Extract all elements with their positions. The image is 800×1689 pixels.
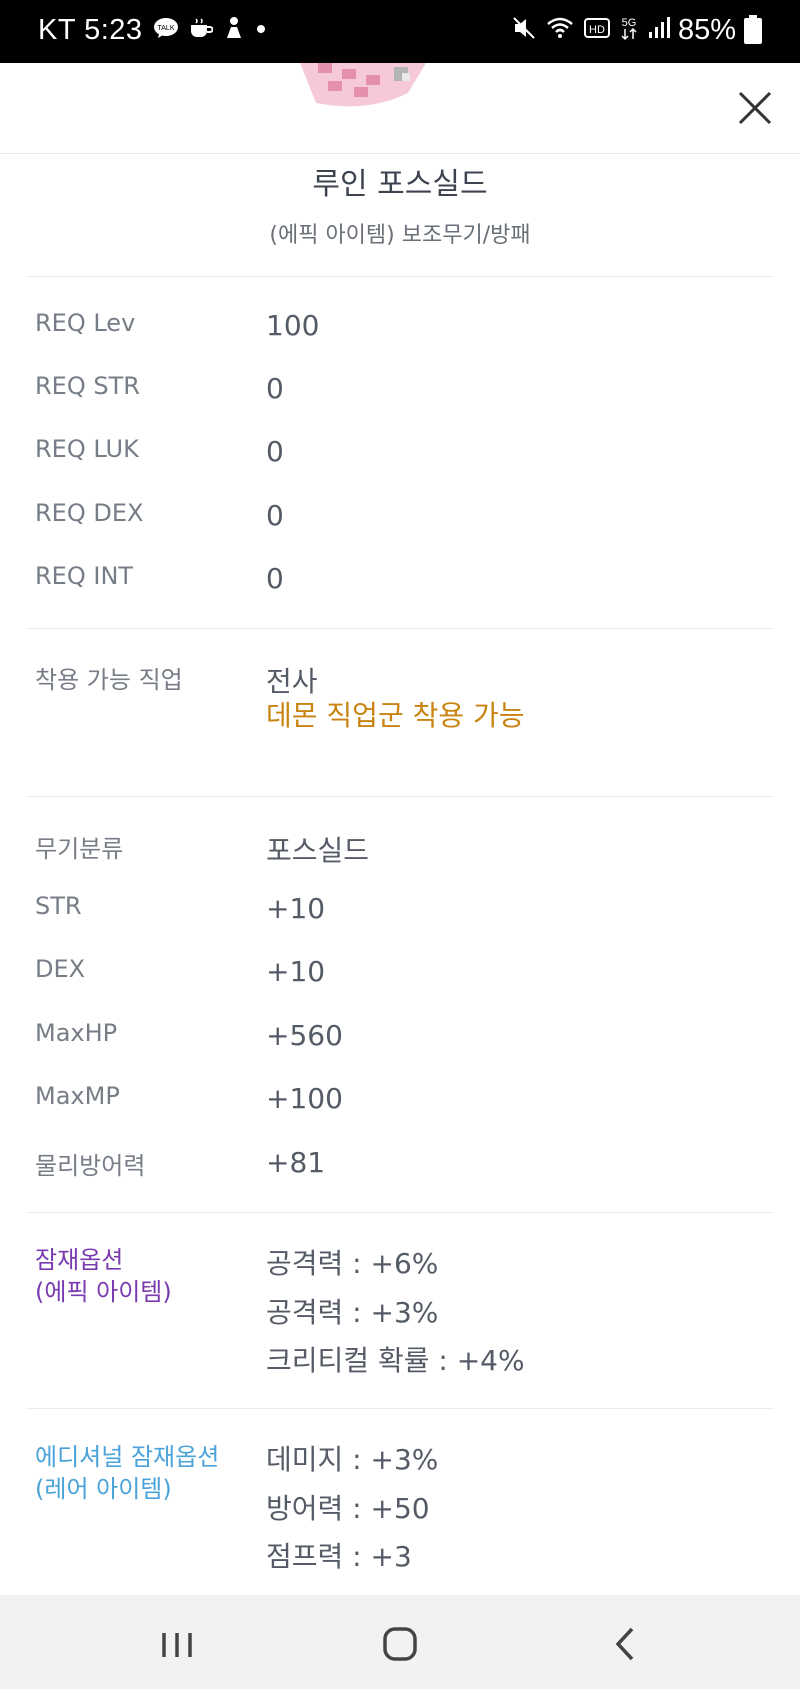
person-icon <box>223 16 245 45</box>
signal-icon <box>648 16 670 45</box>
svg-text:TALK: TALK <box>157 25 174 32</box>
hd-icon: HD <box>583 17 610 44</box>
stat-label: MaxMP <box>35 1082 120 1110</box>
item-title-block: 루인 포스실드 (에픽 아이템) 보조무기/방패 <box>0 155 800 249</box>
stat-value: +100 <box>266 1082 343 1115</box>
divider <box>26 628 774 629</box>
divider <box>26 1408 774 1409</box>
status-bar-left: KT 5:23 TALK <box>38 14 267 47</box>
wifi-icon <box>546 16 576 45</box>
jobs-label: 착용 가능 직업 <box>35 666 183 694</box>
stat-label: 물리방어력 <box>35 1152 146 1180</box>
potential-option-value: 크리티컬 확률 : +4% <box>266 1344 525 1377</box>
5g-icon: 5G <box>618 15 640 46</box>
item-detail-header <box>0 63 800 154</box>
req-value: 0 <box>266 499 284 532</box>
status-bar-right: HD 5G 85% <box>512 14 762 47</box>
item-type: (에픽 아이템) 보조무기/방패 <box>269 223 531 248</box>
stat-label: 무기분류 <box>35 835 124 863</box>
jobs-note: 데몬 직업군 착용 가능 <box>266 699 525 732</box>
additional-option-value: 방어력 : +50 <box>266 1492 430 1525</box>
item-image <box>298 63 438 118</box>
recent-apps-button[interactable] <box>152 1619 202 1669</box>
req-value: 0 <box>266 562 284 595</box>
divider <box>26 796 774 797</box>
additional-option-value: 점프력 : +3 <box>266 1540 412 1573</box>
potential-option-value: 공격력 : +6% <box>266 1247 439 1280</box>
stat-value: +81 <box>266 1146 326 1179</box>
req-label: REQ LUK <box>35 435 139 463</box>
additional-potential-label: 에디셔널 잠재옵션 <box>35 1443 220 1471</box>
svg-text:5G: 5G <box>622 17 637 29</box>
additional-option-value: 데미지 : +3% <box>266 1443 439 1476</box>
coffee-icon <box>189 17 214 44</box>
dot-icon <box>255 22 267 40</box>
potential-label: 잠재옵션 <box>35 1246 124 1274</box>
carrier-time: KT 5:23 <box>38 14 143 46</box>
svg-text:HD: HD <box>589 24 605 36</box>
talk-icon: TALK <box>153 17 179 44</box>
stat-label: DEX <box>35 955 86 983</box>
stat-label: MaxHP <box>35 1019 118 1047</box>
back-button[interactable] <box>600 1619 650 1669</box>
req-label: REQ DEX <box>35 499 144 527</box>
stat-label: STR <box>35 892 82 920</box>
mute-icon <box>512 16 538 45</box>
stat-value: +560 <box>266 1019 343 1052</box>
req-label: REQ STR <box>35 372 140 400</box>
battery-percent: 85% <box>677 14 736 46</box>
additional-potential-grade: (레어 아이템) <box>35 1475 172 1503</box>
system-nav-bar <box>0 1595 800 1689</box>
divider <box>26 1212 774 1213</box>
close-icon <box>738 91 772 125</box>
home-icon <box>383 1627 417 1661</box>
req-value: 0 <box>266 372 284 405</box>
recent-apps-icon <box>162 1633 192 1657</box>
battery-icon <box>744 14 762 44</box>
item-name: 루인 포스실드 <box>312 167 488 202</box>
stat-value: +10 <box>266 955 326 988</box>
req-value: 100 <box>266 309 320 342</box>
stat-value: 포스실드 <box>266 834 370 867</box>
potential-grade: (에픽 아이템) <box>35 1278 172 1306</box>
home-button[interactable] <box>375 1619 425 1669</box>
potential-option-value: 공격력 : +3% <box>266 1296 439 1329</box>
divider <box>26 276 774 277</box>
back-icon <box>615 1627 634 1661</box>
req-label: REQ INT <box>35 562 134 590</box>
stat-value: +10 <box>266 892 326 925</box>
req-value: 0 <box>266 435 284 468</box>
status-bar: KT 5:23 TALK HD 5G 85% <box>0 0 800 63</box>
close-button[interactable] <box>730 83 780 133</box>
req-label: REQ Lev <box>35 309 136 337</box>
